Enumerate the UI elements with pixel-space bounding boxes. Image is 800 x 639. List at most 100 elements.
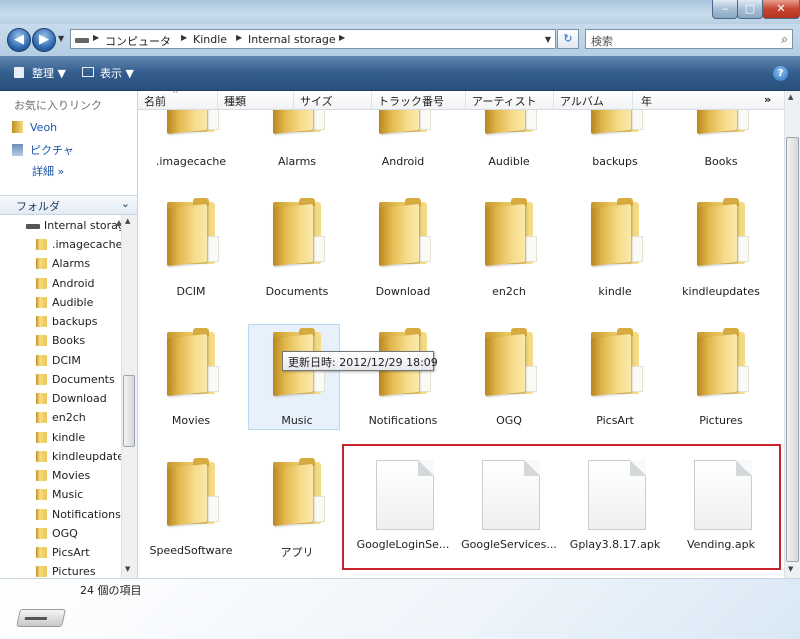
address-bar[interactable]: ▶ コンピュータ ▶ Kindle ▶ Internal storage ▶ ▼ bbox=[70, 29, 556, 49]
tree-item-music[interactable]: Music bbox=[0, 486, 122, 504]
tree-item-kindle[interactable]: kindle bbox=[0, 429, 122, 447]
folder-item[interactable]: DCIM bbox=[138, 194, 244, 314]
column-track-number[interactable]: トラック番号 bbox=[378, 93, 444, 109]
column-divider[interactable] bbox=[632, 91, 633, 109]
chevron-right-icon[interactable]: ▶ bbox=[339, 33, 345, 42]
scroll-up-icon[interactable]: ▲ bbox=[125, 217, 130, 225]
tree-item-kindleupdates[interactable]: kindleupdates bbox=[0, 448, 122, 466]
tree-item-alarms[interactable]: Alarms bbox=[0, 255, 122, 273]
address-dropdown-icon[interactable]: ▼ bbox=[545, 35, 551, 44]
breadcrumb-kindle[interactable]: Kindle bbox=[193, 33, 227, 46]
sort-ascending-icon: ^ bbox=[172, 89, 179, 98]
breadcrumb-internal-storage[interactable]: Internal storage bbox=[248, 33, 336, 46]
refresh-button[interactable]: ↻ bbox=[557, 29, 579, 49]
scroll-up-icon[interactable]: ▲ bbox=[788, 93, 793, 101]
file-list-scrollbar[interactable]: ▲ ▼ bbox=[784, 91, 800, 578]
item-label: PicsArt bbox=[596, 414, 634, 427]
organize-button[interactable]: 整理 ▼ bbox=[32, 65, 66, 81]
column-divider[interactable] bbox=[293, 91, 294, 109]
folder-item[interactable]: Music bbox=[244, 324, 350, 444]
column-album[interactable]: アルバム bbox=[560, 93, 604, 109]
folder-item[interactable]: Pictures bbox=[668, 324, 774, 444]
details-pane: 24 個の項目 bbox=[0, 578, 800, 639]
tree-item-en2ch[interactable]: en2ch bbox=[0, 409, 122, 427]
tree-item-dcim[interactable]: DCIM bbox=[0, 352, 122, 370]
tree-item-label: Documents bbox=[52, 372, 115, 386]
folder-icon bbox=[485, 328, 537, 397]
folder-item[interactable]: OGQ bbox=[456, 324, 562, 444]
folder-icon bbox=[485, 110, 537, 135]
column-year[interactable]: 年 bbox=[641, 93, 652, 109]
navigation-scrollbar[interactable]: ▲ ▼ bbox=[121, 215, 137, 578]
folder-item[interactable]: en2ch bbox=[456, 194, 562, 314]
tree-item-download[interactable]: Download bbox=[0, 390, 122, 408]
folder-item[interactable]: Download bbox=[350, 194, 456, 314]
more-columns-icon[interactable]: » bbox=[764, 93, 771, 106]
tree-item-notifications[interactable]: Notifications bbox=[0, 506, 122, 524]
column-type[interactable]: 種類 bbox=[224, 93, 246, 109]
tree-item-audible[interactable]: Audible bbox=[0, 294, 122, 312]
column-size[interactable]: サイズ bbox=[300, 93, 333, 109]
tree-item-android[interactable]: Android bbox=[0, 275, 122, 293]
folder-icon bbox=[591, 110, 643, 135]
back-button[interactable]: ◀ bbox=[7, 28, 31, 52]
scrollbar-thumb[interactable] bbox=[786, 137, 799, 562]
folder-icon bbox=[273, 458, 325, 527]
chevron-right-icon[interactable]: ▶ bbox=[181, 33, 187, 42]
folder-item[interactable]: Movies bbox=[138, 324, 244, 444]
folder-icon bbox=[273, 110, 325, 135]
folder-icon bbox=[36, 373, 47, 385]
chevron-down-icon[interactable]: ⌄ bbox=[121, 197, 130, 210]
column-divider[interactable] bbox=[465, 91, 466, 109]
folder-icon bbox=[36, 412, 47, 424]
folder-item[interactable]: Notifications bbox=[350, 324, 456, 444]
tree-item-label: Movies bbox=[52, 469, 91, 482]
search-icon[interactable]: ⌕ bbox=[781, 32, 788, 47]
column-name[interactable]: 名前 bbox=[144, 93, 166, 109]
tree-item-label: Download bbox=[52, 392, 107, 405]
tree-item-label: Music bbox=[52, 488, 84, 502]
history-dropdown-icon[interactable]: ▼ bbox=[58, 34, 64, 43]
chevron-right-icon[interactable]: ▶ bbox=[236, 33, 242, 42]
tree-item-backups[interactable]: backups bbox=[0, 313, 122, 331]
folder-item[interactable]: PicsArt bbox=[562, 324, 668, 444]
folder-icon bbox=[697, 328, 749, 397]
column-artist[interactable]: アーティスト bbox=[472, 93, 537, 109]
tree-item-documents[interactable]: Documents bbox=[0, 371, 122, 389]
breadcrumb-computer[interactable]: コンピュータ bbox=[105, 33, 171, 49]
minimize-button[interactable]: ‒ bbox=[712, 0, 738, 19]
scrollbar-thumb[interactable] bbox=[123, 375, 135, 447]
item-label: Audible bbox=[488, 155, 530, 168]
folder-item[interactable]: SpeedSoftware bbox=[138, 454, 244, 574]
scroll-down-icon[interactable]: ▼ bbox=[125, 565, 130, 573]
view-button[interactable]: 表示 ▼ bbox=[100, 65, 134, 81]
column-divider[interactable] bbox=[371, 91, 372, 109]
tree-item-internal-storage[interactable]: Internal storag ▲ bbox=[0, 217, 122, 235]
tree-item-movies[interactable]: Movies bbox=[0, 467, 122, 485]
favorite-pictures[interactable]: ピクチャ bbox=[12, 142, 74, 158]
more-link[interactable]: 詳細 » bbox=[32, 163, 64, 179]
maximize-button[interactable]: □ bbox=[737, 0, 763, 19]
tree-item-books[interactable]: Books bbox=[0, 332, 122, 350]
tree-item-imagecache[interactable]: .imagecache bbox=[0, 236, 122, 254]
tree-item-ogq[interactable]: OGQ bbox=[0, 525, 122, 543]
tree-item-pictures[interactable]: Pictures bbox=[0, 563, 122, 578]
folder-item[interactable]: kindle bbox=[562, 194, 668, 314]
forward-button[interactable]: ▶ bbox=[32, 28, 56, 52]
folder-item[interactable]: Documents bbox=[244, 194, 350, 314]
chevron-right-icon[interactable]: ▶ bbox=[93, 33, 99, 42]
folder-item[interactable]: kindleupdates bbox=[668, 194, 774, 314]
folder-icon bbox=[12, 121, 23, 133]
column-divider[interactable] bbox=[553, 91, 554, 109]
help-icon[interactable]: ? bbox=[773, 66, 788, 81]
tree-item-picsart[interactable]: PicsArt bbox=[0, 544, 122, 562]
folder-item[interactable]: アプリ bbox=[244, 454, 350, 574]
folders-header[interactable]: フォルダ ⌄ bbox=[0, 195, 137, 215]
column-divider[interactable] bbox=[217, 91, 218, 109]
tree-item-label: Notifications bbox=[52, 507, 121, 521]
scroll-down-icon[interactable]: ▼ bbox=[788, 565, 793, 573]
view-icon bbox=[82, 67, 94, 77]
search-input[interactable]: 検索 ⌕ bbox=[585, 29, 793, 49]
close-button[interactable]: ✕ bbox=[762, 0, 800, 19]
favorite-veoh[interactable]: Veoh bbox=[12, 121, 57, 134]
